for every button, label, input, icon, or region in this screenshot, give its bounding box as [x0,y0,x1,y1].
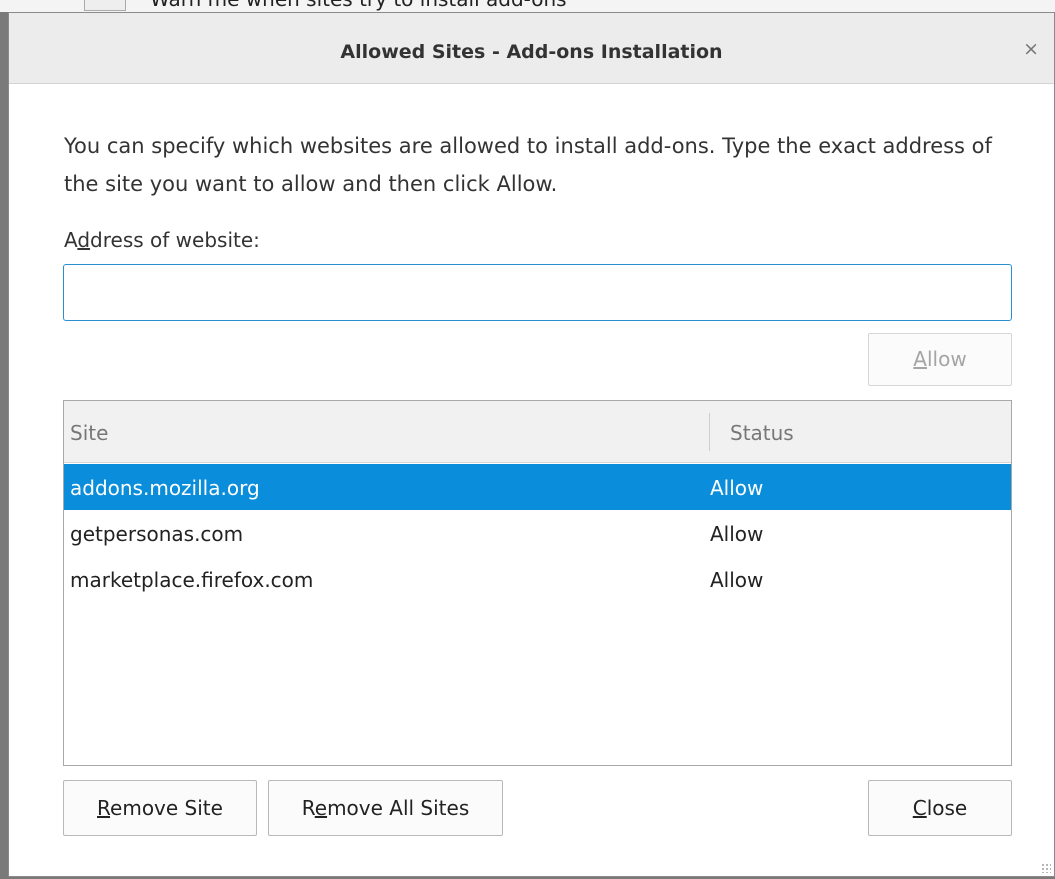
column-header-status[interactable]: Status [730,421,794,445]
table-header: Site Status [64,401,1011,463]
remove-site-button[interactable]: Remove Site [63,780,257,836]
dialog-description: You can specify which websites are allow… [64,134,992,196]
remove-all-sites-button[interactable]: Remove All Sites [268,780,503,836]
status-cell: Allow [710,476,764,500]
address-label-pre: A [64,228,78,252]
close-label-rest: lose [926,796,968,820]
remove-all-pre: R [301,796,315,820]
remove-site-accesskey: R [97,796,111,820]
background-window-strip: Warn me when sites try to install add-on… [0,0,1055,12]
site-cell: addons.mozilla.org [70,476,260,500]
resize-grip-icon[interactable] [1041,863,1051,873]
background-checkbox [84,0,126,11]
status-cell: Allow [710,568,764,592]
sites-table[interactable]: Site Status addons.mozilla.org Allow get… [63,400,1012,766]
dialog-title: Allowed Sites - Add-ons Installation [340,41,723,63]
remove-site-label-rest: emove Site [110,796,223,820]
table-row[interactable]: addons.mozilla.org Allow [64,464,1011,510]
allow-button[interactable]: Allow [868,333,1012,386]
close-button[interactable]: Close [868,780,1012,836]
close-accesskey: C [912,796,927,820]
table-row[interactable]: marketplace.firefox.com Allow [64,556,1011,602]
website-address-input[interactable] [63,264,1012,321]
address-label-post: dress of website: [90,228,260,252]
column-header-site[interactable]: Site [70,421,108,445]
address-label-accesskey: d [77,228,91,252]
status-cell: Allow [710,522,764,546]
table-row[interactable]: getpersonas.com Allow [64,510,1011,556]
close-icon[interactable]: × [1023,38,1039,60]
allowed-sites-dialog: Allowed Sites - Add-ons Installation × Y… [8,12,1055,877]
remove-all-accesskey: e [314,796,328,820]
address-label: Address of website: [64,228,260,252]
site-cell: getpersonas.com [70,522,244,546]
allow-label-rest: llow [926,347,967,371]
background-setting-text: Warn me when sites try to install add-on… [150,0,567,11]
site-cell: marketplace.firefox.com [70,568,314,592]
remove-all-post: move All Sites [327,796,470,820]
allow-accesskey: A [913,347,927,371]
dialog-titlebar: Allowed Sites - Add-ons Installation × [9,13,1054,84]
column-divider[interactable] [709,413,710,451]
